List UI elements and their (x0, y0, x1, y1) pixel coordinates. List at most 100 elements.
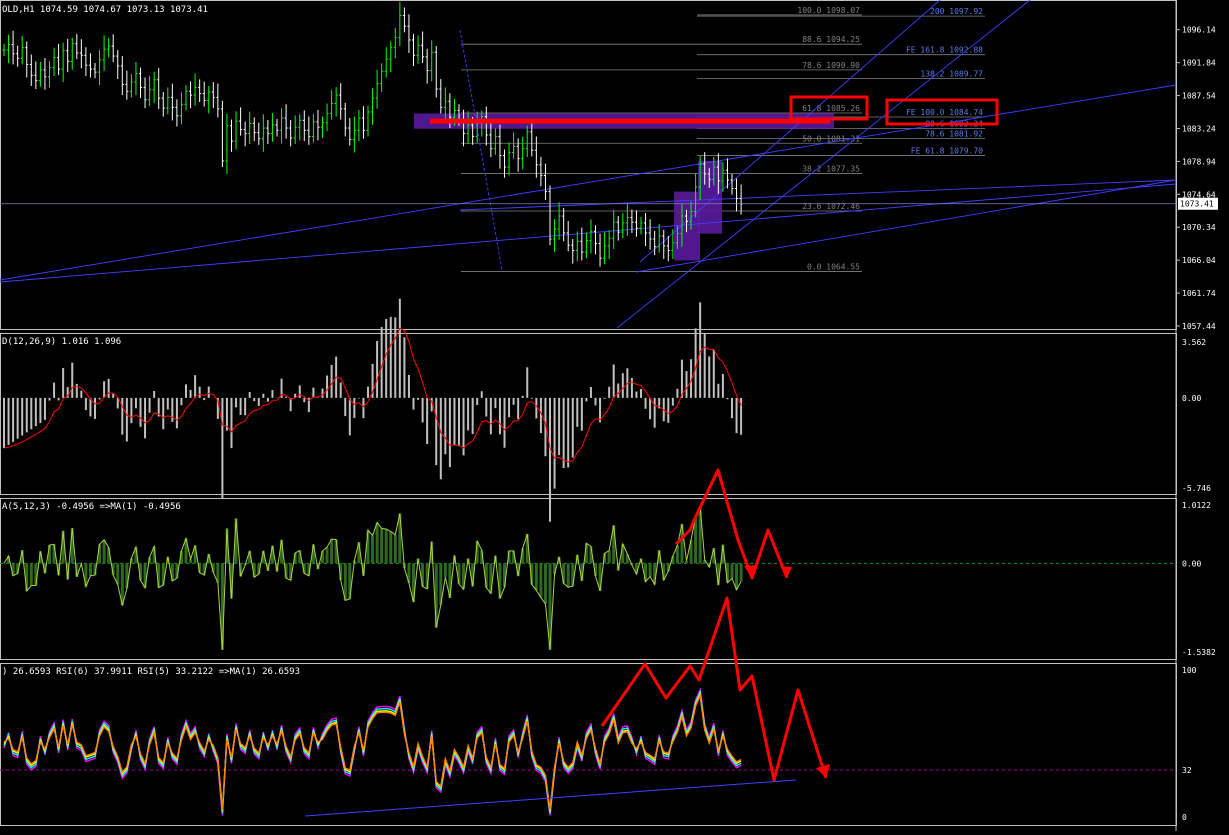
candle (657, 224, 661, 253)
price-axis-label: 1061.74 (1182, 289, 1216, 298)
candle (330, 89, 334, 120)
osma-panel-title: A(5,12,3) -0.4956 =>MA(1) -0.4956 (2, 502, 181, 512)
candle (625, 203, 629, 236)
candle (639, 216, 643, 235)
candle (316, 110, 320, 141)
candle (170, 83, 174, 121)
rsi-panel[interactable] (0, 687, 1176, 817)
price-axis-label: 1087.54 (1182, 92, 1216, 101)
candle (189, 81, 193, 109)
candle (407, 14, 411, 53)
candle (616, 216, 620, 241)
price-axis-label: 1091.84 (1182, 59, 1216, 68)
candle (607, 230, 611, 259)
panel-frame (0, 0, 1177, 330)
price-panel[interactable]: 100.0 1098.07 88.6 1094.25 78.6 1090.90 61.… (0, 0, 1177, 329)
osma-panel[interactable] (0, 506, 1176, 650)
candle (307, 116, 311, 145)
candle (575, 231, 579, 262)
fib-level-label: 38.2 1077.35 (802, 165, 860, 174)
candle (634, 210, 638, 237)
candle (234, 111, 238, 150)
candle (507, 142, 511, 176)
candle (371, 88, 375, 125)
candle (648, 219, 652, 250)
candle (275, 118, 279, 137)
candle (412, 33, 415, 67)
fe-level-label: 138.2 1089.77 (920, 69, 983, 78)
candle (211, 82, 215, 109)
price-axis-label: 1083.24 (1182, 124, 1216, 133)
candle (161, 92, 165, 117)
candle (125, 70, 129, 100)
candle (34, 61, 38, 89)
candle (621, 213, 625, 239)
candle (84, 47, 88, 76)
candle (143, 77, 147, 109)
candle (243, 121, 247, 147)
candle (289, 119, 293, 147)
candle (70, 37, 74, 70)
candle (98, 49, 102, 86)
candle (225, 113, 229, 174)
candle (566, 221, 570, 252)
candle (662, 229, 666, 259)
candle (102, 35, 106, 71)
candle (216, 83, 220, 118)
candle (498, 124, 502, 169)
candle (612, 210, 616, 249)
candle (166, 87, 170, 115)
candle (120, 56, 124, 96)
candle (266, 119, 270, 145)
candle (653, 230, 657, 256)
candle (93, 62, 97, 79)
rsi-axis-label: 32 (1182, 766, 1192, 775)
fe-level-label: 200 1097.92 (930, 7, 983, 16)
fe-level-label: FE 161.8 1092.88 (906, 46, 983, 55)
candle (352, 116, 356, 153)
candle (361, 106, 365, 139)
fib-level-label: 88.6 1094.25 (802, 35, 860, 44)
macd-panel-title: D(12,26,9) 1.016 1.096 (2, 337, 121, 347)
candle (402, 7, 406, 33)
candle (57, 43, 61, 76)
candle (603, 232, 607, 265)
candle (384, 47, 388, 78)
osma-axis-label: 1.0122 (1182, 501, 1211, 510)
candle (230, 119, 233, 152)
candle (393, 27, 397, 59)
candle (20, 35, 24, 65)
candle (598, 233, 602, 267)
osma-axis-label: 0.00 (1182, 559, 1201, 568)
candle (52, 47, 56, 76)
candle (220, 100, 224, 168)
candle (671, 229, 675, 259)
candle (184, 85, 188, 111)
candle (175, 99, 179, 127)
candle (157, 67, 161, 109)
candle (311, 113, 315, 143)
candle (557, 202, 561, 240)
candle (7, 34, 11, 63)
osma-zigzag-annotation (674, 468, 789, 580)
macd-panel[interactable] (3, 298, 743, 522)
chart-window[interactable]: 100.0 1098.07 88.6 1094.25 78.6 1090.90 61.… (0, 0, 1229, 831)
price-axis-label: 1078.94 (1182, 157, 1216, 166)
candle (580, 227, 584, 261)
fib-level-label: 0.0 1064.55 (807, 263, 860, 272)
trend-line (0, 183, 1177, 283)
candle (75, 33, 79, 60)
candle (534, 136, 538, 178)
candle (202, 81, 206, 107)
candle (270, 113, 274, 142)
candle (398, 1, 402, 47)
current-price-label: 1073.41 (1180, 200, 1214, 209)
candle (584, 232, 588, 259)
candle (111, 34, 115, 63)
candle (589, 219, 593, 254)
candle (543, 163, 547, 200)
chart-canvas[interactable]: 100.0 1098.07 88.6 1094.25 78.6 1090.90 61.… (0, 0, 1229, 831)
candle (261, 114, 265, 152)
candle (439, 79, 443, 114)
fib-level-label: 78.6 1090.90 (802, 61, 860, 70)
